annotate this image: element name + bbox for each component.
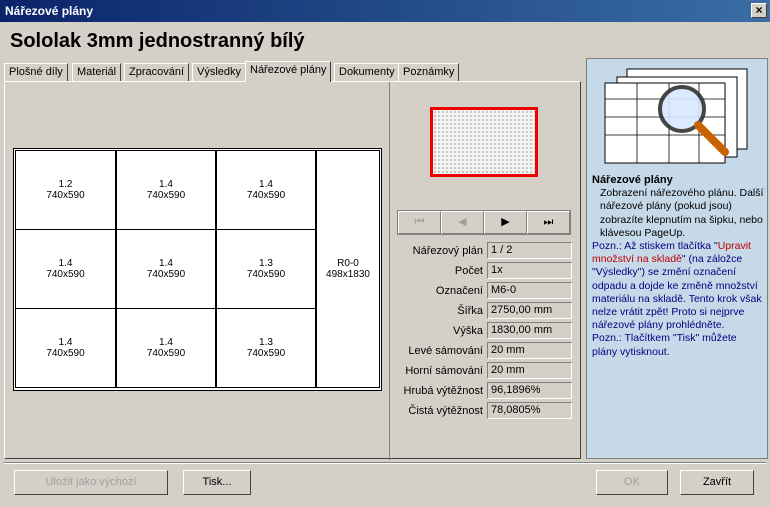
tab-material[interactable]: Materiál <box>72 63 122 81</box>
cut-piece: 1.4 740x590 <box>15 229 116 309</box>
tab-narezove-plany[interactable]: Nářezové plány <box>245 61 332 82</box>
save-default-button[interactable]: Uložit jako výchozí <box>14 470 168 495</box>
info-value: 20 mm <box>487 362 572 379</box>
info-label: Čistá výtěžnost <box>408 405 483 417</box>
close-window-button[interactable]: × <box>751 3 767 18</box>
cut-piece: 1.4 740x590 <box>15 308 116 388</box>
help-title: Nářezové plány <box>592 174 673 186</box>
cut-piece: 1.2 740x590 <box>15 150 116 230</box>
close-button[interactable]: Zavřít <box>680 470 754 495</box>
prev-plan-button[interactable]: ◀ <box>441 211 484 234</box>
info-value: 96,1896% <box>487 382 572 399</box>
window-title: Nářezové plány <box>0 0 770 22</box>
info-label: Levé sámování <box>408 345 483 357</box>
last-plan-button[interactable]: ⏭ <box>527 211 570 234</box>
tab-dokumenty[interactable]: Dokumenty <box>334 63 400 81</box>
help-description: Zobrazení nářezového plánu. Další nářezo… <box>600 187 764 239</box>
cut-piece: 1.4 740x590 <box>116 150 216 230</box>
info-value: 1830,00 mm <box>487 322 572 339</box>
info-value: M6-0 <box>487 282 572 299</box>
info-label: Nářezový plán <box>412 245 483 257</box>
tab-vysledky[interactable]: Výsledky <box>192 63 247 81</box>
sheet-thumbnail <box>430 107 538 177</box>
tab-plosne-dily[interactable]: Plošné díly <box>4 63 68 81</box>
plan-navigation: ⏮ ◀ ▶ ⏭ <box>397 210 571 235</box>
cut-piece: 1.4 740x590 <box>116 229 216 309</box>
cut-piece: 1.4 740x590 <box>116 308 216 388</box>
page-title: Sololak 3mm jednostranný bílý <box>10 30 305 52</box>
info-value: 2750,00 mm <box>487 302 572 319</box>
cut-piece: 1.3 740x590 <box>216 308 316 388</box>
info-label: Hrubá výtěžnost <box>403 385 483 397</box>
info-value: 78,0805% <box>487 402 572 419</box>
separator <box>4 462 766 464</box>
tab-zpracovani[interactable]: Zpracování <box>124 63 190 81</box>
help-text: Nářezové plány Zobrazení nářezového plán… <box>592 174 764 359</box>
ok-button[interactable]: OK <box>596 470 668 495</box>
next-plan-button[interactable]: ▶ <box>484 211 527 234</box>
cut-piece: 1.4 740x590 <box>216 150 316 230</box>
help-note-2: Pozn.: Tlačítkem "Tisk" můžete plány vyt… <box>592 332 737 358</box>
help-note-1: Pozn.: Až stiskem tlačítka "Upravit množ… <box>592 240 762 332</box>
print-button[interactable]: Tisk... <box>183 470 251 495</box>
info-label: Horní sámování <box>405 365 483 377</box>
info-value: 20 mm <box>487 342 572 359</box>
info-label: Označení <box>435 285 483 297</box>
remnant-piece: R0-0 498x1830 <box>316 150 380 388</box>
first-plan-button[interactable]: ⏮ <box>398 211 441 234</box>
info-value: 1 / 2 <box>487 242 572 259</box>
tab-poznamky[interactable]: Poznámky <box>398 63 460 81</box>
cutting-plan-sheet: 1.2 740x590 1.4 740x590 1.4 740x590 1.4 740x… <box>13 148 382 391</box>
cut-piece: 1.3 740x590 <box>216 229 316 309</box>
info-label: Výška <box>453 325 483 337</box>
info-value: 1x <box>487 262 572 279</box>
info-label: Šířka <box>457 305 483 317</box>
magnifier-icon <box>604 68 748 164</box>
info-label: Počet <box>454 265 483 277</box>
